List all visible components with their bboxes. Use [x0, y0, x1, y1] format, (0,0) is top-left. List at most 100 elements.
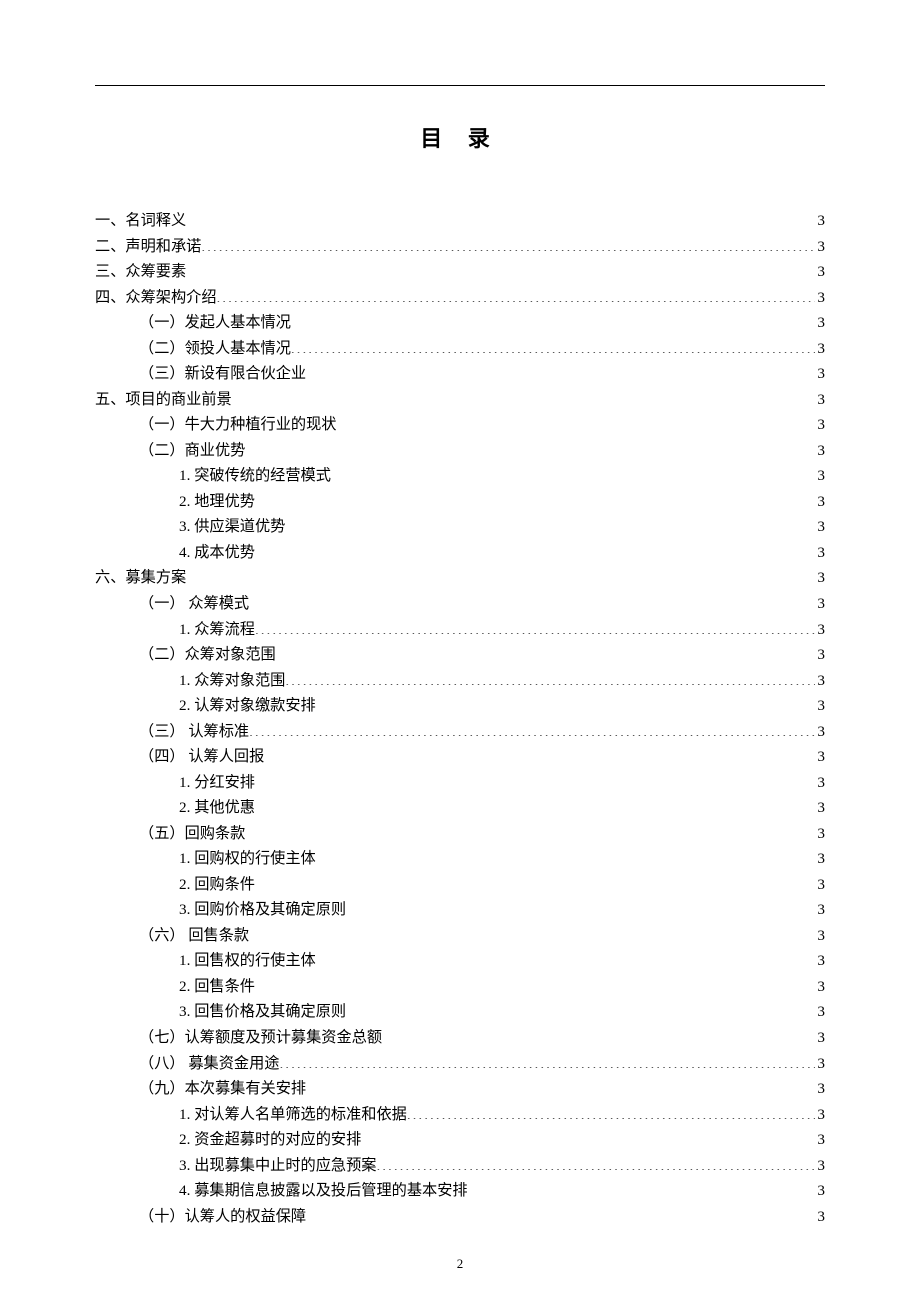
- toc-entry-page: 3: [815, 642, 825, 668]
- toc-leader-dots: [276, 644, 816, 659]
- toc-entry-text: 2. 资金超募时的对应的安排: [179, 1127, 361, 1153]
- toc-entry: 2. 回购条件3: [95, 872, 825, 898]
- toc-leader-dots: [336, 414, 815, 429]
- toc-entry: （十）认筹人的权益保障3: [95, 1204, 825, 1230]
- header-rule: [95, 85, 825, 86]
- toc-entry: 一、名词释义3: [95, 208, 825, 234]
- toc-entry-page: 3: [815, 719, 825, 745]
- toc-entry-page: 3: [815, 387, 825, 413]
- toc-entry: 四、众筹架构介绍 3: [95, 285, 825, 311]
- toc-leader-dots: [201, 235, 815, 250]
- toc-entry-page: 3: [815, 617, 825, 643]
- toc-entry-text: 4. 成本优势: [179, 540, 255, 566]
- toc-entry: 3. 回购价格及其确定原则3: [95, 897, 825, 923]
- toc-leader-dots: [186, 261, 815, 276]
- toc-entry-text: 2. 地理优势: [179, 489, 255, 515]
- toc-entry: （三）新设有限合伙企业3: [95, 361, 825, 387]
- toc-entry-page: 3: [815, 1025, 825, 1051]
- toc-leader-dots: [217, 286, 816, 301]
- toc-entry-text: （六） 回售条款: [139, 923, 249, 949]
- toc-entry: （九）本次募集有关安排3: [95, 1076, 825, 1102]
- toc-entry-page: 3: [815, 463, 825, 489]
- toc-entry-page: 3: [815, 412, 825, 438]
- toc-leader-dots: [285, 516, 815, 531]
- toc-entry-text: （二）领投人基本情况: [139, 336, 291, 362]
- toc-leader-dots: [361, 1129, 815, 1144]
- toc-leader-dots: [316, 950, 816, 965]
- toc-entry-page: 3: [815, 693, 825, 719]
- toc-entry-page: 3: [815, 285, 825, 311]
- toc-entry-text: 1. 回购权的行使主体: [179, 846, 316, 872]
- toc-entry-text: （三） 认筹标准: [139, 719, 249, 745]
- toc-entry-text: 四、众筹架构介绍: [95, 285, 217, 311]
- toc-entry-page: 3: [815, 1102, 825, 1128]
- toc-entry: 1. 突破传统的经营模式3: [95, 463, 825, 489]
- toc-leader-dots: [186, 210, 815, 225]
- toc-entry-page: 3: [815, 540, 825, 566]
- toc-entry-page: 3: [815, 897, 825, 923]
- toc-entry-text: 五、项目的商业前景: [95, 387, 232, 413]
- toc-leader-dots: [232, 389, 816, 404]
- toc-entry-page: 3: [815, 514, 825, 540]
- toc-leader-dots: [468, 1180, 816, 1195]
- toc-leader-dots: [255, 772, 815, 787]
- toc-entry-text: （九）本次募集有关安排: [139, 1076, 306, 1102]
- toc-entry-text: 六、募集方案: [95, 565, 186, 591]
- toc-leader-dots: [306, 1078, 815, 1093]
- toc-entry-text: 2. 认筹对象缴款安排: [179, 693, 316, 719]
- toc-entry-page: 3: [815, 999, 825, 1025]
- toc-leader-dots: [382, 1027, 815, 1042]
- toc-leader-dots: [255, 491, 815, 506]
- toc-entry: 三、众筹要素3: [95, 259, 825, 285]
- toc-entry: （四） 认筹人回报3: [95, 744, 825, 770]
- toc-entry-text: （一） 众筹模式: [139, 591, 249, 617]
- document-page: 目 录 一、名词释义3二、声明和承诺3三、众筹要素3四、众筹架构介绍3（一）发起…: [0, 0, 920, 1302]
- toc-entry-page: 3: [815, 770, 825, 796]
- toc-leader-dots: [346, 1001, 815, 1016]
- toc-entry: （二）商业优势3: [95, 438, 825, 464]
- toc-entry-text: 三、众筹要素: [95, 259, 186, 285]
- toc-entry: 3. 供应渠道优势3: [95, 514, 825, 540]
- toc-entry-text: 1. 对认筹人名单筛选的标准和依据: [179, 1102, 407, 1128]
- toc-entry-text: 1. 众筹流程: [179, 617, 255, 643]
- toc-entry-page: 3: [815, 565, 825, 591]
- toc-entry-page: 3: [815, 361, 825, 387]
- toc-entry: （二）领投人基本情况3: [95, 336, 825, 362]
- toc-entry: 1. 众筹流程 3: [95, 617, 825, 643]
- toc-entry: 六、募集方案 3: [95, 565, 825, 591]
- toc-entry-page: 3: [815, 208, 825, 234]
- toc-entry-page: 3: [815, 846, 825, 872]
- toc-leader-dots: [316, 695, 816, 710]
- toc-leader-dots: [316, 848, 816, 863]
- toc-entry-text: 4. 募集期信息披露以及投后管理的基本安排: [179, 1178, 468, 1204]
- toc-entry: 1. 分红安排3: [95, 770, 825, 796]
- toc-entry: （七）认筹额度及预计募集资金总额3: [95, 1025, 825, 1051]
- toc-entry-page: 3: [815, 872, 825, 898]
- toc-entry-page: 3: [815, 948, 825, 974]
- table-of-contents: 一、名词释义3二、声明和承诺3三、众筹要素3四、众筹架构介绍3（一）发起人基本情…: [95, 208, 825, 1229]
- toc-leader-dots: [249, 925, 815, 940]
- toc-entry-text: （八） 募集资金用途: [139, 1051, 279, 1077]
- toc-entry: 1. 回购权的行使主体 3: [95, 846, 825, 872]
- toc-leader-dots: [255, 976, 815, 991]
- toc-leader-dots: [255, 542, 815, 557]
- toc-entry: 五、项目的商业前景 3: [95, 387, 825, 413]
- toc-entry-text: 1. 众筹对象范围: [179, 668, 285, 694]
- toc-entry: 4. 成本优势 3: [95, 540, 825, 566]
- toc-entry: 2. 认筹对象缴款安排 3: [95, 693, 825, 719]
- toc-entry: 1. 回售权的行使主体3: [95, 948, 825, 974]
- toc-leader-dots: [255, 874, 815, 889]
- toc-leader-dots: [249, 720, 815, 735]
- toc-entry: 2. 回售条件3: [95, 974, 825, 1000]
- toc-entry-page: 3: [815, 1204, 825, 1230]
- toc-entry-page: 3: [815, 438, 825, 464]
- toc-entry-page: 3: [815, 489, 825, 515]
- toc-entry: （八） 募集资金用途3: [95, 1051, 825, 1077]
- toc-entry: 2. 地理优势 3: [95, 489, 825, 515]
- toc-entry-text: 二、声明和承诺: [95, 234, 201, 260]
- toc-entry-page: 3: [815, 795, 825, 821]
- toc-entry-text: 2. 其他优惠: [179, 795, 255, 821]
- toc-entry-text: 3. 出现募集中止时的应急预案: [179, 1153, 376, 1179]
- toc-entry-page: 3: [815, 744, 825, 770]
- toc-entry: （一）牛大力种植行业的现状3: [95, 412, 825, 438]
